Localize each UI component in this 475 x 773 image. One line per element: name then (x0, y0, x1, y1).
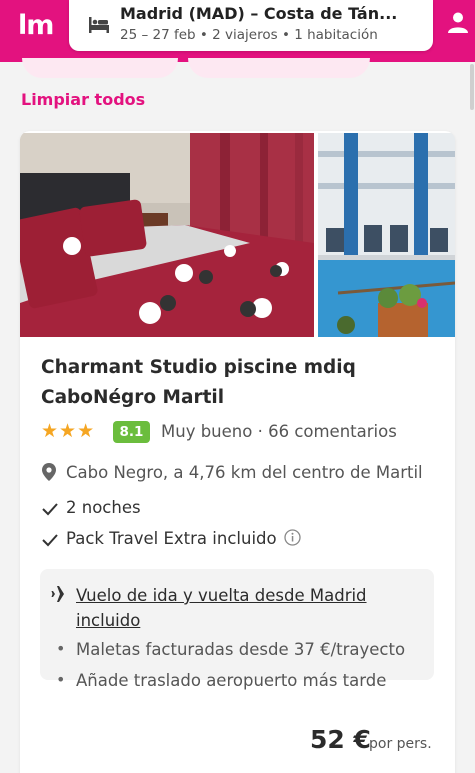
location-pin-icon (42, 463, 56, 481)
rating-summary[interactable]: Muy bueno · 66 comentarios (161, 422, 397, 441)
filter-chip[interactable] (22, 58, 178, 78)
bullet: • (56, 670, 66, 689)
price-unit: por pers. (369, 736, 432, 752)
check-icon (42, 503, 58, 516)
listing-card[interactable]: Charmant Studio piscine mdiq CaboNégro M… (20, 131, 455, 773)
info-icon[interactable] (284, 529, 301, 546)
check-icon (42, 534, 58, 547)
search-summary[interactable]: Madrid (MAD) – Costa de Tán... 25 – 27 f… (69, 0, 433, 51)
location-text: Cabo Negro, a 4,76 km del centro de Mart… (66, 463, 423, 482)
user-icon[interactable] (446, 10, 470, 34)
star-icon: ★ (59, 420, 77, 442)
listing-title[interactable]: Charmant Studio piscine mdiq CaboNégro M… (41, 353, 441, 413)
rating-badge: 8.1 (113, 421, 150, 443)
price: 52 € (310, 725, 371, 754)
listing-photo-bedroom[interactable] (20, 133, 314, 337)
clear-all-filters-link[interactable]: Limpiar todos (21, 90, 145, 109)
star-icon: ★ (41, 420, 59, 442)
logo[interactable]: lm (18, 10, 54, 41)
flight-info-box: Vuelo de ida y vuelta desde Madrid inclu… (40, 569, 434, 690)
feature-pack-travel: Pack Travel Extra incluido (66, 529, 277, 548)
top-bar: lm Madrid (MAD) – Costa de Tán... 25 – 2… (0, 0, 475, 62)
bullet: • (56, 639, 66, 658)
star-rating: ★ ★ ★ (41, 421, 95, 441)
search-subtitle: 25 – 27 feb • 2 viajeros • 1 habitación (120, 27, 378, 43)
plane-icon (51, 586, 70, 602)
transfer-note: Añade traslado aeropuerto más tarde (76, 671, 387, 690)
flight-included-link[interactable]: Vuelo de ida y vuelta desde Madrid inclu… (76, 583, 406, 633)
listing-photo-pool[interactable] (318, 133, 455, 337)
scrollbar[interactable] (470, 64, 474, 110)
bed-icon (89, 17, 109, 33)
baggage-note: Maletas facturadas desde 37 €/trayecto (76, 640, 406, 659)
feature-nights: 2 noches (66, 498, 141, 517)
search-title: Madrid (MAD) – Costa de Tán... (120, 4, 398, 23)
star-icon: ★ (77, 420, 95, 442)
filter-chip[interactable] (188, 58, 370, 78)
